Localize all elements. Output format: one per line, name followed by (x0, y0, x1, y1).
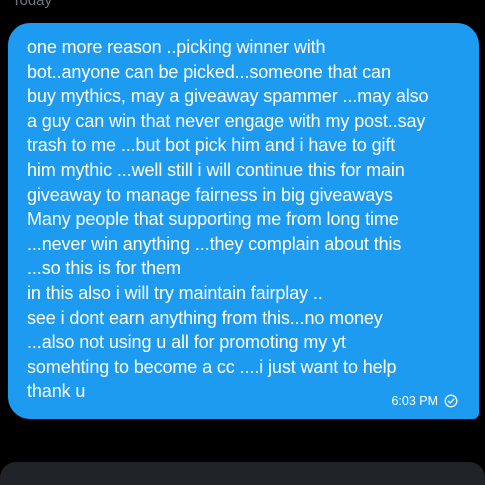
message-text: one more reason ..picking winner with bo… (27, 37, 429, 402)
message-composer[interactable] (0, 462, 485, 485)
message-meta: 6:03 PM (391, 394, 458, 408)
sent-check-circle-icon (444, 394, 458, 408)
message-bubble[interactable]: one more reason ..picking winner with bo… (8, 23, 479, 419)
message-timestamp: 6:03 PM (391, 394, 438, 408)
date-separator: Today (12, 0, 53, 9)
dm-conversation: Today one more reason ..picking winner w… (0, 0, 485, 485)
